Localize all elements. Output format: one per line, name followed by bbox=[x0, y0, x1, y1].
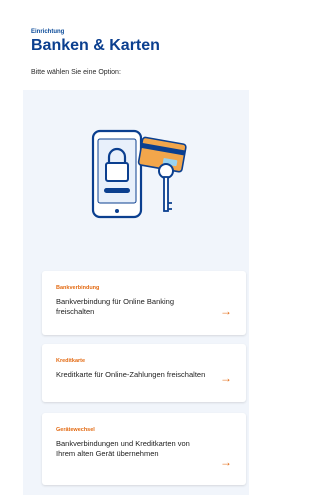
option-description: Bankverbindungen und Kreditkarten von Ih… bbox=[56, 439, 190, 458]
arrow-right-icon: → bbox=[220, 304, 232, 318]
breadcrumb: Einrichtung bbox=[31, 29, 65, 35]
page-subtitle: Bitte wählen Sie eine Option: bbox=[31, 69, 121, 76]
option-description: Kreditkarte für Online-Zahlungen freisch… bbox=[56, 370, 206, 379]
option-description: Bankverbindung für Online Banking freisc… bbox=[56, 297, 174, 316]
header: Einrichtung Banken & Karten Bitte wählen… bbox=[0, 0, 249, 95]
illustration-graphic bbox=[91, 129, 187, 219]
phone-with-lock-and-card-with-key-illustration bbox=[85, 125, 195, 230]
page-title: Banken & Karten bbox=[31, 37, 160, 54]
option-title: Bankverbindung bbox=[56, 285, 100, 291]
arrow-right-icon: → bbox=[220, 455, 232, 469]
option-title: Kreditkarte bbox=[56, 358, 86, 364]
option-card-bankverbindung[interactable]: Bankverbindung Bankverbindung für Online… bbox=[42, 271, 246, 335]
option-card-kreditkarte[interactable]: Kreditkarte Kreditkarte für Online-Zahlu… bbox=[42, 344, 246, 402]
option-title: Gerätewechsel bbox=[56, 427, 95, 433]
arrow-right-icon: → bbox=[220, 371, 232, 385]
option-card-geraetewechsel[interactable]: Gerätewechsel Bankverbindungen und Kredi… bbox=[42, 413, 246, 485]
